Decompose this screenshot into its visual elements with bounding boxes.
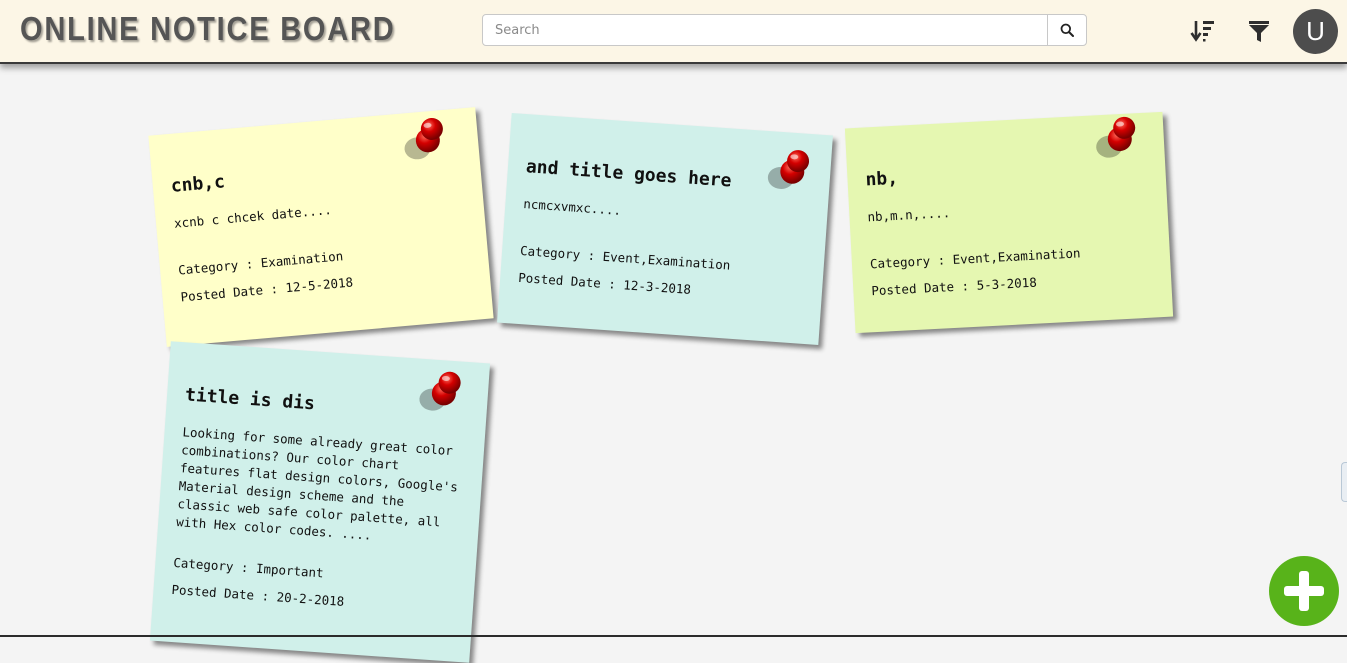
top-navbar: ONLINE NOTICE BOARD U (0, 0, 1347, 64)
notice-card[interactable]: title is dis Looking for some already gr… (149, 341, 491, 663)
sort-descending-icon (1190, 21, 1214, 42)
notice-posted-date: Posted Date : 12-3-2018 (517, 269, 692, 297)
add-notice-button[interactable] (1269, 556, 1339, 626)
search-input[interactable] (483, 15, 1049, 45)
pushpin-icon (767, 150, 810, 189)
notice-posted-date: Posted Date : 5-3-2018 (870, 274, 1038, 299)
search-button[interactable] (1047, 15, 1086, 45)
side-feedback-tab[interactable] (1341, 462, 1347, 502)
notice-description: ncmcxvmxc.... (522, 196, 622, 218)
notice-description: xcnb c chcek date.... (173, 202, 333, 231)
notice-posted-date: Posted Date : 20-2-2018 (171, 581, 345, 609)
notice-description: nb,m.n,.... (867, 205, 951, 225)
pushpin-icon (1096, 116, 1136, 158)
pushpin-icon (404, 117, 443, 160)
filter-icon (1249, 21, 1269, 42)
search-icon (1060, 23, 1074, 37)
filter-button[interactable] (1246, 18, 1272, 44)
sort-button[interactable] (1190, 18, 1216, 44)
notice-description: Looking for some already great color com… (175, 424, 459, 543)
app-title[interactable]: ONLINE NOTICE BOARD (20, 10, 395, 48)
notice-card[interactable]: cnb,c xcnb c chcek date.... Category : E… (148, 107, 494, 347)
notice-card[interactable]: and title goes here ncmcxvmxc.... Catego… (497, 113, 833, 345)
search-bar (482, 14, 1087, 46)
pushpin-icon (419, 371, 461, 411)
user-avatar[interactable]: U (1293, 9, 1338, 54)
notice-card[interactable]: nb, nb,m.n,.... Category : Event,Examina… (844, 111, 1174, 334)
notice-category: Category : Event,Examination (869, 245, 1081, 272)
